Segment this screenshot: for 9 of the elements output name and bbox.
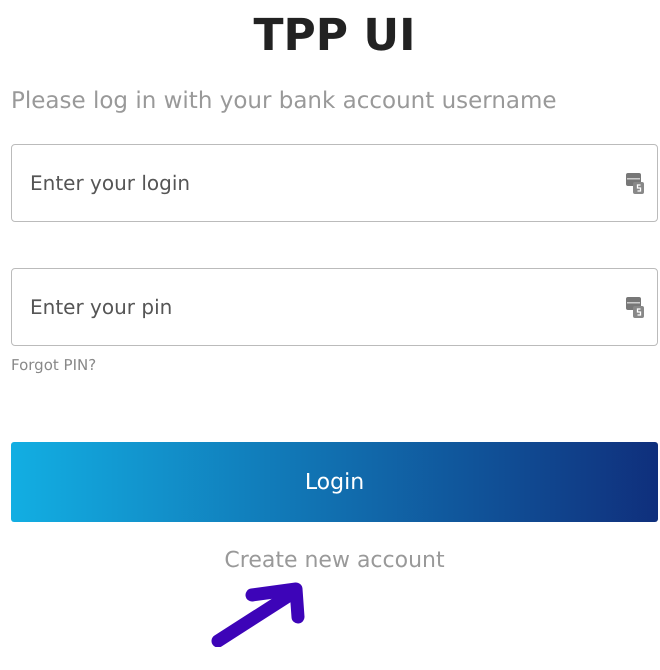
subtitle: Please log in with your bank account username (11, 87, 557, 116)
input-field[interactable]: Enter your login (11, 144, 658, 222)
input-field[interactable]: Enter your pin (11, 268, 658, 346)
create-account-link[interactable]: Create new account (224, 548, 445, 573)
page-title: TPP UI (254, 10, 416, 62)
card-icon (626, 172, 644, 194)
login-button[interactable]: Login (11, 442, 658, 522)
card-icon (626, 296, 644, 318)
forgot-pin-link[interactable]: Forgot PIN? (11, 356, 96, 374)
